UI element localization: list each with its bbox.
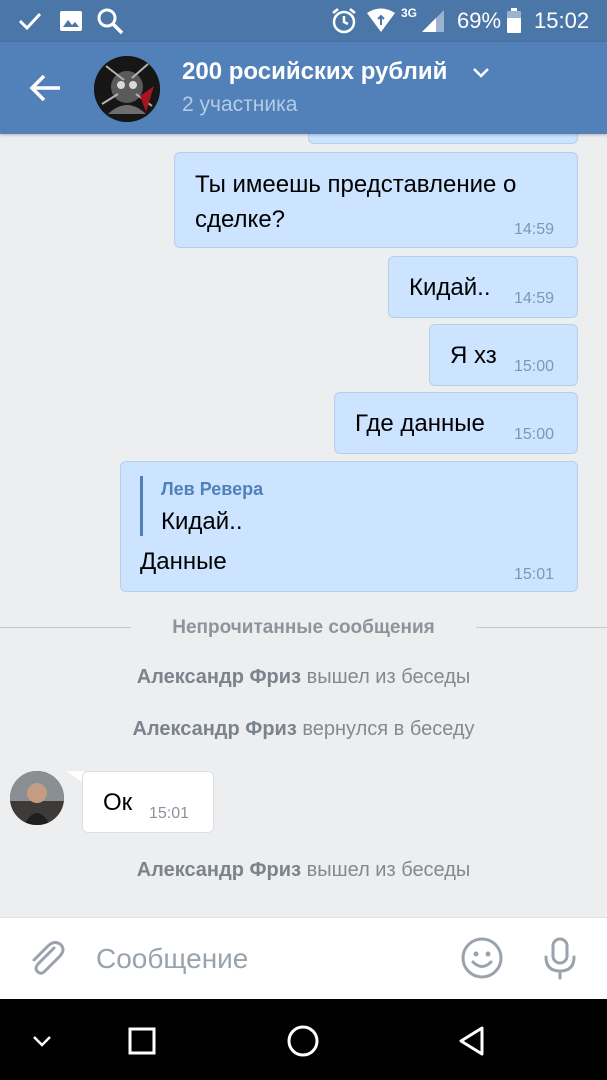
message-bubble-outgoing[interactable]: Я хз 15:00	[429, 324, 578, 386]
message-bubble-incoming[interactable]: Ок 15:01	[82, 771, 214, 833]
message-time: 15:00	[514, 358, 555, 375]
service-user-name[interactable]: Александр Фриз	[137, 859, 301, 881]
nav-hide-keyboard-button[interactable]	[20, 1019, 64, 1063]
gallery-icon	[58, 8, 84, 39]
message-text: Где данные	[355, 410, 485, 437]
paperclip-icon	[32, 940, 65, 975]
microphone-icon	[544, 937, 576, 980]
message-text: Кидай..	[409, 274, 491, 301]
chat-avatar[interactable]	[94, 56, 160, 122]
message-bubble-partial[interactable]	[308, 134, 578, 144]
arrow-left-icon	[29, 74, 60, 102]
message-time: 14:59	[514, 221, 555, 238]
message-time: 15:01	[149, 805, 190, 822]
checkmark-icon	[18, 10, 42, 37]
service-message: Александр Фриз вышел из беседы	[0, 859, 607, 882]
message-bubble-outgoing[interactable]: Где данные 15:00	[334, 392, 578, 454]
reply-author[interactable]: Лев Ревера	[161, 479, 263, 500]
attach-button[interactable]	[24, 936, 70, 982]
circle-icon	[287, 1025, 319, 1057]
message-composer	[0, 917, 607, 1000]
message-text: Ок	[103, 789, 133, 816]
chat-header: 200 росийских рублий 2 участника	[0, 42, 607, 134]
message-list[interactable]: Ты имеешь представление о сделке? 14:59 …	[0, 134, 607, 917]
message-text: Данные	[140, 548, 227, 575]
system-nav-bar	[0, 999, 607, 1080]
alarm-icon	[330, 7, 358, 40]
chevron-down-icon[interactable]	[472, 66, 490, 84]
signal-icon	[420, 9, 446, 38]
sticker-button[interactable]	[459, 935, 505, 981]
reply-quote-bar	[140, 476, 143, 536]
search-icon	[96, 7, 124, 40]
user-avatar-image	[10, 771, 64, 825]
service-action: вышел из беседы	[306, 859, 471, 881]
message-text-line2: сделке?	[195, 206, 286, 233]
service-user-name[interactable]: Александр Фриз	[137, 666, 301, 688]
back-button[interactable]	[22, 64, 70, 112]
reply-text: Кидай..	[161, 508, 243, 535]
smiley-icon	[461, 937, 503, 979]
chat-title[interactable]: 200 росийских рублий	[182, 58, 447, 86]
clock: 15:02	[534, 8, 590, 33]
network-type: 3G	[401, 6, 418, 20]
service-message: Александр Фриз вернулся в беседу	[0, 718, 607, 741]
service-action: вернулся в беседу	[302, 718, 475, 740]
triangle-back-icon	[459, 1026, 484, 1056]
message-bubble-reply[interactable]: Лев Ревера Кидай.. Данные 15:01	[120, 461, 578, 592]
wifi-icon	[366, 8, 396, 39]
nav-recents-button[interactable]	[120, 1019, 164, 1063]
avatar[interactable]	[10, 771, 64, 825]
message-bubble-outgoing[interactable]: Ты имеешь представление о сделке? 14:59	[174, 152, 578, 248]
message-time: 15:01	[514, 566, 555, 583]
member-count: 2 участника	[182, 93, 298, 116]
status-bar: 3G 69% 15:02	[0, 0, 607, 42]
message-input[interactable]	[96, 932, 436, 986]
chat-avatar-image	[94, 56, 160, 122]
message-time: 15:00	[514, 426, 555, 443]
message-text: Я хз	[450, 342, 497, 369]
message-time: 14:59	[514, 290, 555, 307]
service-action: вышел из беседы	[306, 666, 471, 688]
battery-percent: 69%	[457, 8, 502, 33]
chevron-down-icon	[33, 1036, 51, 1047]
nav-back-button[interactable]	[450, 1019, 494, 1063]
service-message: Александр Фриз вышел из беседы	[0, 666, 607, 689]
message-bubble-outgoing[interactable]: Кидай.. 14:59	[388, 256, 578, 318]
message-text: Ты имеешь представление о	[195, 171, 517, 198]
service-user-name[interactable]: Александр Фриз	[132, 718, 296, 740]
unread-divider: Непрочитанные сообщения	[172, 617, 435, 638]
square-icon	[128, 1027, 156, 1055]
nav-home-button[interactable]	[281, 1019, 325, 1063]
battery-icon	[506, 8, 522, 39]
voice-record-button[interactable]	[537, 935, 583, 981]
